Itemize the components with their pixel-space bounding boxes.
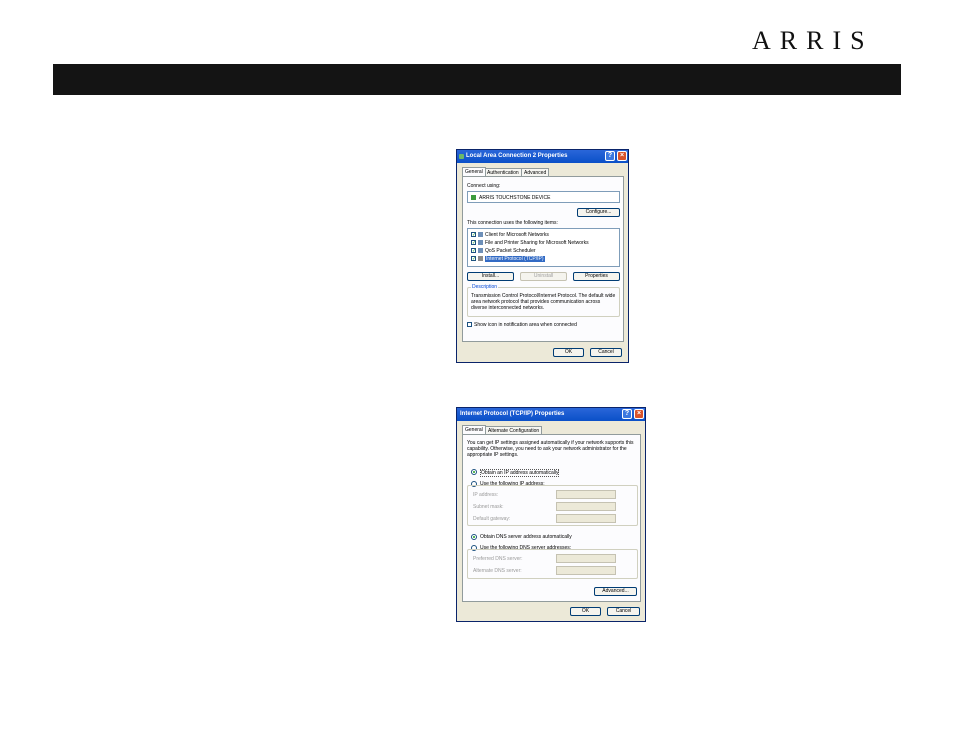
default-gateway-field[interactable] — [556, 514, 616, 523]
tcpip-properties-dialog: Internet Protocol (TCP/IP) Properties ? … — [456, 407, 646, 622]
alternate-dns-label: Alternate DNS server: — [473, 568, 522, 574]
item-checkbox-file-sharing[interactable]: ✓ — [471, 240, 476, 246]
obtain-ip-label: Obtain an IP address automatically — [480, 469, 560, 477]
item-checkbox-tcpip[interactable]: ✓ — [471, 256, 476, 262]
obtain-ip-radio[interactable] — [471, 469, 477, 475]
items-list[interactable]: ✓ Client for Microsoft Networks ✓ File a… — [467, 228, 620, 267]
list-item[interactable]: Client for Microsoft Networks — [485, 232, 549, 238]
client-icon — [478, 232, 483, 237]
close-button[interactable]: × — [617, 151, 627, 161]
device-field: ARRIS TOUCHSTONE DEVICE — [467, 191, 620, 203]
list-item-selected[interactable]: Internet Protocol (TCP/IP) — [485, 256, 545, 262]
qos-icon — [478, 248, 483, 253]
subnet-mask-label: Subnet mask: — [473, 504, 504, 510]
alternate-dns-field[interactable] — [556, 566, 616, 575]
cancel-button[interactable]: Cancel — [607, 607, 640, 616]
items-label: This connection uses the following items… — [467, 220, 558, 226]
dialog-title: Internet Protocol (TCP/IP) Properties — [460, 411, 565, 417]
properties-button[interactable]: Properties — [573, 272, 620, 281]
arris-logo: ARRIS — [752, 26, 874, 55]
connect-using-label: Connect using: — [467, 183, 501, 189]
ok-button[interactable]: OK — [570, 607, 601, 616]
network-icon — [459, 154, 464, 159]
ip-address-field[interactable] — [556, 490, 616, 499]
description-label: Description — [471, 284, 499, 290]
lan-properties-dialog: Local Area Connection 2 Properties ? × G… — [456, 149, 629, 363]
show-icon-label: Show icon in notification area when conn… — [474, 322, 577, 328]
show-icon-checkbox[interactable] — [467, 322, 472, 327]
tab-advanced[interactable]: Advanced — [521, 168, 550, 176]
subnet-mask-field[interactable] — [556, 502, 616, 511]
default-gateway-label: Default gateway: — [473, 516, 511, 522]
ok-button[interactable]: OK — [553, 348, 584, 357]
dialog-titlebar: Internet Protocol (TCP/IP) Properties ? … — [457, 408, 645, 421]
protocol-icon — [478, 256, 483, 261]
item-checkbox-qos[interactable]: ✓ — [471, 248, 476, 254]
device-name: ARRIS TOUCHSTONE DEVICE — [479, 195, 551, 201]
help-button[interactable]: ? — [605, 151, 615, 161]
tab-authentication[interactable]: Authentication — [484, 168, 522, 176]
list-item[interactable]: QoS Packet Scheduler — [485, 248, 536, 254]
intro-text: You can get IP settings assigned automat… — [467, 440, 634, 458]
item-checkbox-client[interactable]: ✓ — [471, 232, 476, 238]
close-button[interactable]: × — [634, 409, 644, 419]
description-text: Transmission Control Protocol/Internet P… — [471, 293, 616, 311]
install-button[interactable]: Install... — [467, 272, 514, 281]
preferred-dns-label: Preferred DNS server: — [473, 556, 523, 562]
uninstall-button[interactable]: Uninstall — [520, 272, 567, 281]
tab-alternate-configuration[interactable]: Alternate Configuration — [485, 426, 543, 434]
advanced-button[interactable]: Advanced... — [594, 587, 637, 596]
cancel-button[interactable]: Cancel — [590, 348, 622, 357]
obtain-dns-label: Obtain DNS server address automatically — [480, 534, 572, 540]
header-bar — [53, 64, 901, 95]
preferred-dns-field[interactable] — [556, 554, 616, 563]
tab-panel: You can get IP settings assigned automat… — [462, 434, 641, 602]
configure-button[interactable]: Configure... — [577, 208, 620, 217]
file-sharing-icon — [478, 240, 483, 245]
network-adapter-icon — [471, 195, 476, 200]
tab-general[interactable]: General — [462, 167, 486, 176]
list-item[interactable]: File and Printer Sharing for Microsoft N… — [485, 240, 589, 246]
tab-panel: Connect using: ARRIS TOUCHSTONE DEVICE C… — [462, 176, 624, 342]
ip-address-label: IP address: — [473, 492, 499, 498]
tab-general[interactable]: General — [462, 425, 486, 434]
dialog-title: Local Area Connection 2 Properties — [466, 153, 568, 159]
help-button[interactable]: ? — [622, 409, 632, 419]
dialog-titlebar: Local Area Connection 2 Properties ? × — [457, 150, 628, 163]
obtain-dns-radio[interactable] — [471, 534, 477, 540]
